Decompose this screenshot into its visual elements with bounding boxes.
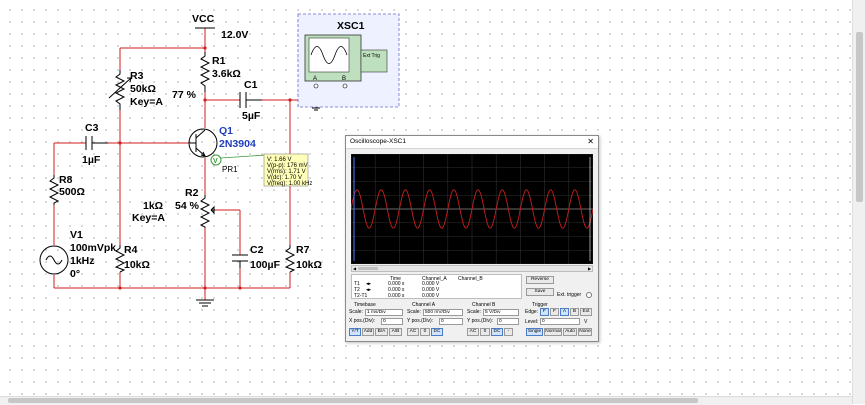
scroll-left-icon[interactable]: ◀: [353, 267, 356, 271]
reverse-button[interactable]: Reverse: [526, 276, 554, 284]
trigger-normal-button[interactable]: Normal: [544, 328, 562, 336]
channel-a-zero-button[interactable]: 0: [420, 328, 430, 336]
r8-name: R8: [59, 174, 73, 186]
timebase-xpos-label: X pos.(Div):: [349, 318, 376, 324]
r3-key: Key=A: [130, 96, 163, 108]
probe-name: PR1: [222, 165, 238, 174]
oscilloscope-graticule: [350, 153, 594, 265]
scroll-thumb[interactable]: [358, 267, 378, 270]
channel-b-minus-button[interactable]: -: [504, 328, 513, 336]
mode-add-button[interactable]: Add: [362, 328, 374, 336]
channel-b-ypos-label: Y pos.(Div):: [467, 318, 494, 324]
trigger-level-label: Level:: [525, 319, 539, 325]
r3-percent: 77 %: [172, 89, 197, 101]
c3-value: 1µF: [82, 154, 101, 166]
trigger-auto-button[interactable]: Auto: [563, 328, 577, 336]
trigger-level-unit: V: [584, 319, 588, 325]
r3-name: R3: [130, 70, 144, 82]
channel-b-title: Channel B: [472, 302, 496, 308]
xsc1-terminal-b: B: [342, 76, 346, 82]
channel-b-scale-field[interactable]: 5 V/Div: [483, 309, 519, 316]
r8-value: 500Ω: [59, 186, 85, 198]
horizontal-scrollbar[interactable]: ◀ ▶: [351, 265, 593, 272]
channel-a-title: Channel A: [412, 302, 436, 308]
v1-phase: 0°: [70, 268, 80, 280]
trigger-level-field[interactable]: 0: [540, 318, 580, 325]
v1-freq: 1kHz: [70, 255, 95, 267]
channel-b-dc-button[interactable]: DC: [491, 328, 503, 336]
c2-name: C2: [250, 244, 264, 256]
oscilloscope-screen[interactable]: [350, 153, 594, 265]
r3-value: 50kΩ: [130, 83, 156, 95]
channel-b-zero-button[interactable]: 0: [480, 328, 490, 336]
timebase-scale-field[interactable]: 1 ms/Div: [365, 309, 403, 316]
c1-value: 5µF: [242, 110, 261, 122]
timebase-title: Timebase: [354, 302, 376, 308]
trigger-source-b-button[interactable]: B: [570, 308, 579, 316]
scroll-right-icon[interactable]: ▶: [588, 267, 591, 271]
probe-reading-5: V(freq): 1.00 kHz: [267, 181, 312, 187]
channel-a-dc-button[interactable]: DC: [431, 328, 443, 336]
vcc-label: VCC: [192, 13, 215, 25]
q1-name: Q1: [219, 125, 233, 137]
mode-ba-button[interactable]: B/A: [375, 328, 388, 336]
mode-ab-button[interactable]: A/B: [389, 328, 402, 336]
ext-trigger-terminal-icon[interactable]: [586, 292, 592, 298]
r2-name: R2: [185, 187, 199, 199]
readout-cell: 0.000 V: [422, 293, 440, 299]
horizontal-scroll-thumb[interactable]: [8, 398, 698, 403]
channel-a-scale-field[interactable]: 500 mV/Div: [423, 309, 463, 316]
close-icon[interactable]: ✕: [587, 136, 594, 148]
trigger-single-button[interactable]: Single: [526, 328, 543, 336]
save-button[interactable]: Save: [526, 288, 554, 296]
trigger-falling-edge-button[interactable]: F: [550, 308, 559, 316]
probe-symbol: V: [213, 158, 218, 165]
xsc1-terminal-a: A: [313, 76, 317, 82]
c2-value: 100µF: [250, 259, 281, 271]
channel-a-scale-label: Scale:: [407, 309, 421, 315]
oscilloscope-titlebar[interactable]: Oscilloscope-XSC1 ✕: [346, 136, 598, 149]
channel-b-ac-button[interactable]: AC: [467, 328, 479, 336]
v1-amp: 100mVpk: [70, 242, 116, 254]
timebase-scale-label: Scale:: [349, 309, 363, 315]
xsc1-name: XSC1: [337, 20, 365, 32]
r1-value: 3.6kΩ: [212, 68, 241, 80]
r4-name: R4: [124, 244, 138, 256]
trigger-source-a-button[interactable]: A: [560, 308, 569, 316]
r2-value: 1kΩ: [143, 200, 163, 212]
channel-a-ypos-field[interactable]: 0: [439, 318, 463, 325]
trigger-edge-label: Edge:: [525, 309, 539, 315]
cursor-readout-table: Time Channel_A Channel_B T1 ◂▸ 0.000 s 0…: [351, 274, 522, 299]
c1-name: C1: [244, 79, 258, 91]
ext-trigger-label: Ext. trigger: [557, 292, 582, 298]
r4-value: 10kΩ: [124, 259, 150, 271]
trigger-rising-edge-button[interactable]: F: [540, 308, 549, 316]
channel-a-ac-button[interactable]: AC: [407, 328, 419, 336]
r2-key: Key=A: [132, 212, 165, 224]
vcc-value: 12.0V: [221, 29, 248, 41]
c3-name: C3: [85, 122, 99, 134]
vertical-scroll-thumb[interactable]: [856, 32, 863, 202]
xsc1-ext-trig: Ext Trig: [363, 53, 380, 59]
channel-b-ypos-field[interactable]: 0: [497, 318, 519, 325]
channel-b-scale-label: Scale:: [467, 309, 481, 315]
channel-a-ypos-label: Y pos.(Div):: [407, 318, 434, 324]
mode-yt-button[interactable]: Y/T: [349, 328, 361, 336]
oscilloscope-title: Oscilloscope-XSC1: [350, 138, 406, 145]
timebase-xpos-field[interactable]: 0: [381, 318, 403, 325]
trigger-none-button[interactable]: None: [578, 328, 592, 336]
r7-value: 10kΩ: [296, 259, 322, 271]
trigger-source-ext-button[interactable]: Ext: [580, 308, 592, 316]
readout-cell: 0.000 s: [388, 293, 405, 299]
readout-row-label: T2-T1: [354, 293, 368, 299]
v1-name: V1: [70, 229, 83, 241]
oscilloscope-window[interactable]: Oscilloscope-XSC1 ✕ ◀ ▶ Time Channel_A C…: [345, 135, 599, 342]
r2-percent: 54 %: [175, 200, 200, 212]
r1-name: R1: [212, 55, 226, 67]
q1-part: 2N3904: [219, 138, 256, 150]
readout-header-channel-b: Channel_B: [458, 276, 483, 282]
vertical-scrollbar[interactable]: [852, 0, 865, 404]
r7-name: R7: [296, 244, 310, 256]
